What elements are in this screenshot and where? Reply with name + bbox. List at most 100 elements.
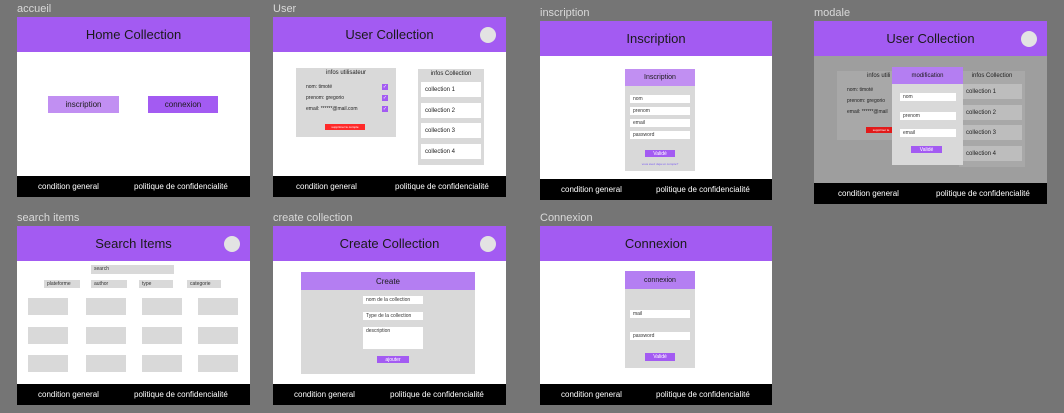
footer-privacy-link[interactable]: politique de confidencialité [134,182,228,191]
user-prenom: prenom: gregorio [306,95,345,101]
frame-label-modale: modale [814,7,851,19]
frame-label-create: create collection [273,212,353,224]
nom-field[interactable]: nom [630,95,690,103]
page-title: Inscription [626,31,686,46]
frame-search: Search Items search plateforme author ty… [17,226,250,405]
edit-nom-check-icon[interactable]: ✓ [382,84,388,90]
edit-prenom-check-icon[interactable]: ✓ [382,95,388,101]
login-link[interactable]: vous avez deja un compte? [625,162,695,166]
collection-item[interactable]: collection 1 [421,82,481,97]
user-info-title: infos utilisateur [325,70,367,76]
item-card[interactable] [198,298,238,315]
item-card[interactable] [198,327,238,344]
page-title: Connexion [624,236,688,251]
item-card[interactable] [28,327,68,344]
mail-field[interactable]: mail [630,310,690,318]
inscription-form: Inscription nom prenom email password Va… [625,69,695,171]
modal-title: modification [892,67,963,84]
collection-item[interactable]: collection 3 [421,123,481,138]
add-button[interactable]: ajouter [377,356,409,363]
modal-prenom-field[interactable]: prenom [900,112,956,120]
footer-conditions-link[interactable]: condition general [38,390,99,399]
footer: condition general politique de confidenc… [273,176,506,197]
search-input[interactable]: search [91,265,174,274]
modal-email-field[interactable]: email [900,129,956,137]
footer-conditions-link[interactable]: condition general [838,189,899,198]
delete-account-button[interactable]: supprimer le compte [325,124,365,130]
footer-conditions-link[interactable]: condition general [38,182,99,191]
collection-type-field[interactable]: Type de la collection [363,312,423,320]
connexion-button[interactable]: connexion [148,96,218,113]
avatar[interactable] [480,236,496,252]
user-email: email: ******@mail.com [306,106,358,112]
item-card[interactable] [86,327,126,344]
user-nom: nom: timoté [847,87,874,93]
item-card[interactable] [142,355,182,372]
footer-conditions-link[interactable]: condition general [294,390,355,399]
item-card[interactable] [28,355,68,372]
collection-panel-title: infos Collection [971,73,1013,79]
form-title: Create [301,272,475,290]
description-field[interactable]: description [363,327,423,349]
create-form: Create nom de la collection Type de la c… [301,272,475,374]
form-title: connexion [625,271,695,289]
footer-conditions-link[interactable]: condition general [296,182,357,191]
footer-privacy-link[interactable]: politique de confidencialité [656,185,750,194]
collection-item[interactable]: collection 2 [421,103,481,118]
frame-user: User Collection infos utilisateur nom: t… [273,17,506,197]
footer-privacy-link[interactable]: politique de confidencialité [936,189,1030,198]
footer-conditions-link[interactable]: condition general [561,185,622,194]
collection-panel: infos Collection collection 1 collection… [959,71,1025,167]
email-field[interactable]: email [630,119,690,127]
frame-accueil: Home Collection inscription connexion co… [17,17,250,197]
filter-categorie[interactable]: categorie [187,280,221,288]
collection-item: collection 1 [962,84,1022,99]
modification-modal: modification nom prenom email Validé [892,67,963,165]
item-card[interactable] [86,298,126,315]
footer-privacy-link[interactable]: politique de confidencialité [395,182,489,191]
item-card[interactable] [28,298,68,315]
footer-privacy-link[interactable]: politique de confidencialité [390,390,484,399]
footer: condition general politique de confidenc… [17,176,250,197]
modal-nom-field[interactable]: nom [900,93,956,101]
footer-privacy-link[interactable]: politique de confidencialité [656,390,750,399]
collection-name-field[interactable]: nom de la collection [363,296,423,304]
validate-button[interactable]: Validé [645,150,675,157]
frame-create: Create Collection Create nom de la colle… [273,226,506,405]
footer-privacy-link[interactable]: politique de confidencialité [134,390,228,399]
avatar[interactable] [480,27,496,43]
collection-item[interactable]: collection 4 [421,144,481,159]
avatar[interactable] [224,236,240,252]
header: Home Collection [17,17,250,52]
header: User Collection [273,17,506,52]
modal-validate-button[interactable]: Validé [911,146,942,153]
item-card[interactable] [86,355,126,372]
item-card[interactable] [142,298,182,315]
filter-type[interactable]: type [139,280,173,288]
header: Inscription [540,21,772,56]
edit-email-check-icon[interactable]: ✓ [382,106,388,112]
page-title: Search Items [95,236,172,251]
validate-button[interactable]: Validé [645,353,675,361]
avatar[interactable] [1021,31,1037,47]
page-title: Home Collection [85,27,182,42]
item-card[interactable] [142,327,182,344]
filter-author[interactable]: author [91,280,127,288]
prenom-field[interactable]: prenom [630,107,690,115]
password-field[interactable]: password [630,332,690,340]
footer: condition general politique de confidenc… [540,179,772,200]
user-info-title: infos utili [867,73,891,79]
header: User Collection [814,21,1047,56]
footer-conditions-link[interactable]: condition general [561,390,622,399]
filter-plateforme[interactable]: plateforme [44,280,80,288]
password-field[interactable]: password [630,131,690,139]
frame-label-user: User [273,3,297,15]
form-title: Inscription [625,69,695,86]
collection-item: collection 4 [962,146,1022,161]
inscription-button[interactable]: inscription [48,96,119,113]
frame-inscription: Inscription Inscription nom prenom email… [540,21,772,200]
frame-label-connexion: Connexion [540,212,593,224]
item-card[interactable] [198,355,238,372]
collection-panel: infos Collection collection 1 collection… [418,69,484,165]
header: Search Items [17,226,250,261]
